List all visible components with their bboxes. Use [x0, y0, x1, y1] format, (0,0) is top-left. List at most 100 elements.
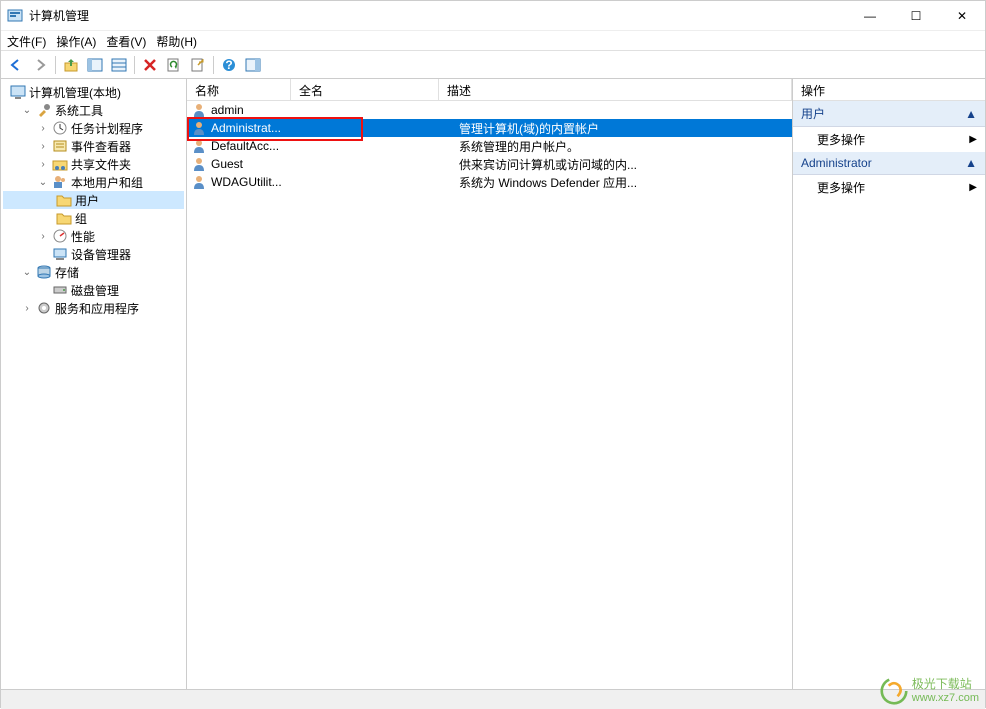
- menu-file[interactable]: 文件(F): [7, 33, 46, 48]
- expand-icon[interactable]: ›: [37, 141, 49, 152]
- menu-action[interactable]: 操作(A): [56, 33, 96, 48]
- user-name: Guest: [211, 157, 311, 171]
- forward-button[interactable]: [29, 54, 51, 76]
- back-button[interactable]: [5, 54, 27, 76]
- user-icon: [191, 156, 207, 172]
- tree-local-users-groups[interactable]: ⌄ 本地用户和组: [3, 173, 184, 191]
- tree-storage[interactable]: ⌄ 存储: [3, 263, 184, 281]
- tree-label: 性能: [71, 228, 95, 245]
- tree-label: 系统工具: [55, 102, 103, 119]
- users-groups-icon: [52, 174, 68, 190]
- collapse-icon: ▲: [965, 156, 977, 170]
- delete-button[interactable]: [139, 54, 161, 76]
- menu-view[interactable]: 查看(V): [106, 33, 146, 48]
- list-body[interactable]: adminAdministrat...管理计算机(域)的内置帐户DefaultA…: [187, 101, 792, 689]
- menu-help[interactable]: 帮助(H): [156, 33, 197, 48]
- tree-label: 存储: [55, 264, 79, 281]
- toolbar-separator: [55, 56, 56, 74]
- user-description: 系统为 Windows Defender 应用...: [459, 174, 792, 191]
- maximize-button[interactable]: ☐: [893, 1, 939, 31]
- properties-button[interactable]: [108, 54, 130, 76]
- actions-item-label: 更多操作: [817, 179, 865, 196]
- up-button[interactable]: [60, 54, 82, 76]
- expand-icon[interactable]: ›: [37, 159, 49, 170]
- user-icon: [191, 174, 207, 190]
- collapse-icon[interactable]: ⌄: [21, 105, 33, 116]
- user-row[interactable]: Guest供来宾访问计算机或访问域的内...: [187, 155, 792, 173]
- tree-users[interactable]: 用户: [3, 191, 184, 209]
- navigation-tree[interactable]: 计算机管理(本地) ⌄ 系统工具 › 任务计划程序 › 事件查看器 › 共享文件…: [1, 79, 187, 689]
- toolbar: ?: [1, 51, 985, 79]
- user-name: DefaultAcc...: [211, 139, 311, 153]
- user-description: 管理计算机(域)的内置帐户: [459, 120, 792, 137]
- tools-icon: [36, 102, 52, 118]
- status-bar: [1, 689, 985, 709]
- close-button[interactable]: ✕: [939, 1, 985, 31]
- app-icon: [7, 8, 23, 24]
- menu-bar: 文件(F) 操作(A) 查看(V) 帮助(H): [1, 31, 985, 51]
- tree-performance[interactable]: › 性能: [3, 227, 184, 245]
- services-icon: [36, 300, 52, 316]
- tree-task-scheduler[interactable]: › 任务计划程序: [3, 119, 184, 137]
- user-icon: [191, 138, 207, 154]
- collapse-icon[interactable]: ⌄: [21, 267, 33, 278]
- forward-icon: [32, 57, 48, 73]
- actions-group-users[interactable]: 用户 ▲: [793, 101, 985, 127]
- tree-disk-management[interactable]: 磁盘管理: [3, 281, 184, 299]
- user-row[interactable]: DefaultAcc... 系统管理的用户帐户。: [187, 137, 792, 155]
- actions-group-administrator[interactable]: Administrator ▲: [793, 152, 985, 175]
- tree-label: 共享文件夹: [71, 156, 131, 173]
- svg-text:?: ?: [225, 58, 232, 72]
- tree-groups[interactable]: 组: [3, 209, 184, 227]
- performance-icon: [52, 228, 68, 244]
- tree-label: 设备管理器: [71, 246, 131, 263]
- tree-label: 本地用户和组: [71, 174, 143, 191]
- export-button[interactable]: [187, 54, 209, 76]
- show-hide-tree-button[interactable]: [84, 54, 106, 76]
- clock-icon: [52, 120, 68, 136]
- export-icon: [190, 57, 206, 73]
- back-icon: [8, 57, 24, 73]
- device-icon: [52, 246, 68, 262]
- tree-system-tools[interactable]: ⌄ 系统工具: [3, 101, 184, 119]
- expand-icon[interactable]: ›: [37, 231, 49, 242]
- user-description: 系统管理的用户帐户。: [459, 138, 792, 155]
- collapse-icon[interactable]: ⌄: [37, 177, 49, 188]
- expand-icon[interactable]: ›: [21, 303, 33, 314]
- user-name: WDAGUtilit...: [211, 175, 311, 189]
- toolbar-separator: [213, 56, 214, 74]
- actions-pane: 操作 用户 ▲ 更多操作 ▶ Administrator ▲ 更多操作 ▶: [793, 79, 985, 689]
- tree-services-apps[interactable]: › 服务和应用程序: [3, 299, 184, 317]
- minimize-button[interactable]: —: [847, 1, 893, 31]
- user-name: Administrat...: [211, 121, 311, 135]
- tree-device-manager[interactable]: 设备管理器: [3, 245, 184, 263]
- disk-icon: [52, 282, 68, 298]
- up-folder-icon: [63, 57, 79, 73]
- chevron-right-icon: ▶: [969, 182, 977, 193]
- storage-icon: [36, 264, 52, 280]
- folder-icon: [56, 210, 72, 226]
- tree-label: 任务计划程序: [71, 120, 143, 137]
- expand-icon[interactable]: ›: [37, 123, 49, 134]
- actions-more-2[interactable]: 更多操作 ▶: [793, 175, 985, 200]
- column-fullname[interactable]: 全名: [291, 79, 439, 100]
- tree-label: 服务和应用程序: [55, 300, 139, 317]
- tree-event-viewer[interactable]: › 事件查看器: [3, 137, 184, 155]
- user-icon: [191, 120, 207, 136]
- action-pane-button[interactable]: [242, 54, 264, 76]
- user-row[interactable]: admin: [187, 101, 792, 119]
- user-row[interactable]: Administrat... 管理计算机(域)的内置帐户: [187, 119, 792, 137]
- collapse-icon: ▲: [965, 107, 977, 121]
- actions-more-1[interactable]: 更多操作 ▶: [793, 127, 985, 152]
- help-button[interactable]: ?: [218, 54, 240, 76]
- properties-icon: [111, 57, 127, 73]
- shared-folder-icon: [52, 156, 68, 172]
- refresh-button[interactable]: [163, 54, 185, 76]
- column-name[interactable]: 名称: [187, 79, 291, 100]
- user-row[interactable]: WDAGUtilit... 系统为 Windows Defender 应用...: [187, 173, 792, 191]
- column-description[interactable]: 描述: [439, 79, 792, 100]
- actions-item-label: 更多操作: [817, 131, 865, 148]
- tree-label: 事件查看器: [71, 138, 131, 155]
- tree-shared-folders[interactable]: › 共享文件夹: [3, 155, 184, 173]
- tree-root[interactable]: 计算机管理(本地): [3, 83, 184, 101]
